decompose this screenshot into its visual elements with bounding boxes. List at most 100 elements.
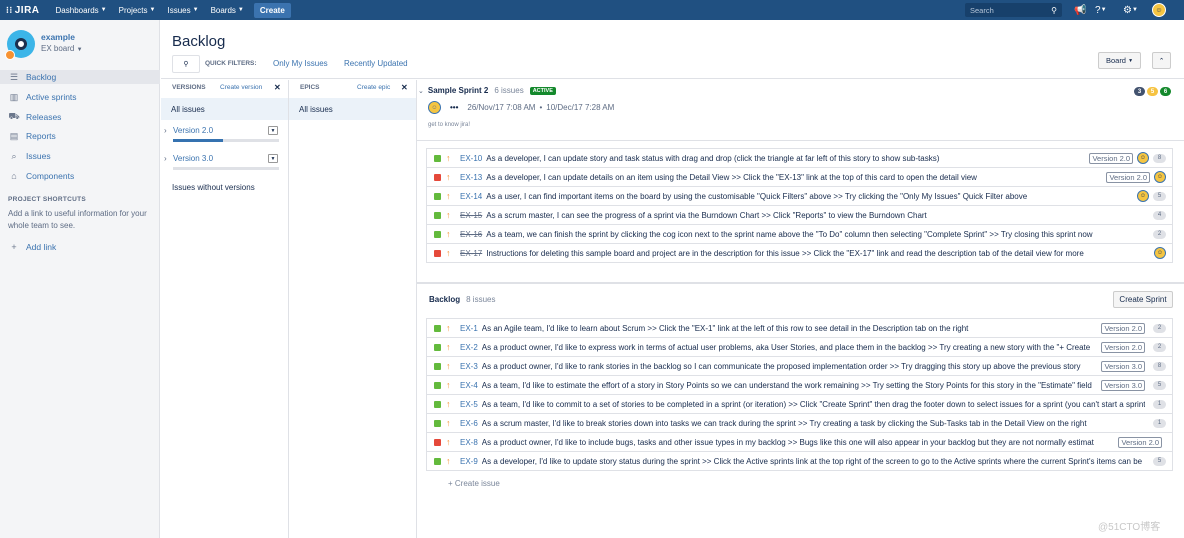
search-icon[interactable]: ⚲ [1051,6,1057,15]
nav-issues[interactable]: Issues ▼ [161,0,204,20]
project-avatar-eye [15,38,27,50]
chevron-right-icon[interactable]: › [164,126,167,135]
sidebar-item-releases[interactable]: ⛟ Releases [8,110,61,124]
issue-meta: Version 3.0 5 [1101,379,1166,391]
app-switcher-icon[interactable]: ⁝⁝ [6,5,13,16]
sidebar-item-backlog[interactable]: ☰ Backlog [0,70,160,84]
issue-key[interactable]: EX-6 [460,419,478,428]
nav-boards[interactable]: Boards ▼ [205,0,250,20]
issue-key[interactable]: EX-14 [460,192,482,201]
issue-row[interactable]: ↑ EX-1 As an Agile team, I'd like to learn… [427,319,1172,338]
create-sprint-button[interactable]: Create Sprint [1113,291,1173,308]
sidebar-item-reports[interactable]: ▤ Reports [8,129,56,143]
issue-key[interactable]: EX-15 [460,211,482,220]
issue-row[interactable]: ↑ EX-5 As a team, I'd like to commit to a … [427,395,1172,414]
priority-high-icon: ↑ [446,172,451,182]
assignee-avatar[interactable]: ☺ [1154,171,1166,183]
sidebar-item-components[interactable]: ⌂ Components [8,169,74,183]
issue-row[interactable]: ↑ EX-8 As a product owner, I'd like to inc… [427,433,1172,452]
create-issue-link[interactable]: + Create issue [448,479,500,488]
nav-projects[interactable]: Projects ▼ [113,0,162,20]
issue-key[interactable]: EX-13 [460,173,482,182]
versions-all-issues[interactable]: All issues [161,98,288,120]
sprint-header[interactable]: ⌄ Sample Sprint 2 6 issues ACTIVE [418,86,556,95]
chevron-up-icon: ⌃ [1158,57,1165,65]
divider [161,78,1184,79]
version-label[interactable]: Version 3.0 [1101,379,1145,391]
story-type-icon [434,211,441,219]
issue-row[interactable]: ↑ EX-16 As a team, we can finish the sprin… [427,225,1172,244]
megaphone-icon[interactable]: 📢 [1074,3,1086,17]
issue-row[interactable]: ↑ EX-9 As a developer, I'd like to update … [427,452,1172,471]
version-menu-icon[interactable]: ▼ [268,154,278,163]
backlog-search-input[interactable]: ⚲ [172,55,200,73]
issue-row[interactable]: ↑ EX-2 As a product owner, I'd like to exp… [427,338,1172,357]
sprint-goal: get to know jira! [428,122,471,128]
version-label[interactable]: Version 2.0 [1118,436,1162,448]
sprint-name: Sample Sprint 2 [427,86,489,95]
quick-filter-recently-updated[interactable]: Recently Updated [344,59,408,68]
version-label[interactable]: Version 2.0 [1101,322,1145,334]
version-label[interactable]: Version 2.0 [1106,171,1150,183]
divider [288,80,289,538]
issues-without-versions[interactable]: Issues without versions [172,183,255,192]
issue-key[interactable]: EX-5 [460,400,478,409]
version-label[interactable]: Version 3.0 [1101,360,1145,372]
create-epic-link[interactable]: Create epic [357,84,390,91]
shortcuts-heading: PROJECT SHORTCUTS [8,196,87,203]
jira-logo[interactable]: ⁝⁝ JIRA [6,5,40,16]
issue-row[interactable]: ↑ EX-15 As a scrum master, I can see the p… [427,206,1172,225]
help-icon[interactable]: ? ▼ [1095,3,1107,17]
issue-row[interactable]: ↑ EX-17 Instructions for deleting this sam… [427,244,1172,263]
issue-row[interactable]: ↑ EX-6 As a scrum master, I'd like to brea… [427,414,1172,433]
issue-key[interactable]: EX-10 [460,154,482,163]
more-options-icon[interactable]: ••• [450,103,458,112]
collapse-button[interactable]: ⌃ [1152,52,1171,69]
project-name[interactable]: example [41,32,83,43]
epics-all-issues[interactable]: All issues [289,98,416,120]
version-progress-fill [173,139,223,142]
version-menu-icon[interactable]: ▼ [268,126,278,135]
issue-key[interactable]: EX-9 [460,457,478,466]
project-avatar[interactable] [5,30,35,60]
create-version-link[interactable]: Create version [220,84,262,91]
avatar[interactable]: ☺ [428,101,441,114]
issue-row[interactable]: ↑ EX-13 As a developer, I can update detai… [427,168,1172,187]
issue-row[interactable]: ↑ EX-14 As a user, I can find important it… [427,187,1172,206]
issue-key[interactable]: EX-16 [460,230,482,239]
issue-row[interactable]: ↑ EX-10 As a developer, I can update story… [427,149,1172,168]
gear-icon[interactable]: ⚙ ▼ [1123,3,1138,17]
issue-key[interactable]: EX-3 [460,362,478,371]
issue-key[interactable]: EX-1 [460,324,478,333]
assignee-avatar[interactable]: ☺ [1137,190,1149,202]
sidebar-item-active-sprints[interactable]: ▥ Active sprints [8,90,77,104]
add-link-button[interactable]: + Add link [8,240,56,254]
assignee-avatar[interactable]: ☺ [1154,247,1166,259]
sprint-end-date: 10/Dec/17 7:28 AM [546,103,615,112]
version-label[interactable]: Version 2.0 [1089,152,1133,164]
search-input[interactable]: Search ⚲ [965,3,1062,17]
assignee-avatar[interactable]: ☺ [1137,152,1149,164]
create-button[interactable]: Create [253,2,291,18]
issue-key[interactable]: EX-17 [460,249,482,258]
board-menu-button[interactable]: Board ▼ [1098,52,1141,69]
board-selector[interactable]: EX board ▼ [41,43,83,56]
issue-row[interactable]: ↑ EX-3 As a product owner, I'd like to ran… [427,357,1172,376]
issue-key[interactable]: EX-8 [460,438,478,447]
version-label[interactable]: Version 2.0 [1101,341,1145,353]
close-epics-icon[interactable]: ✕ [401,83,408,92]
nav-dashboards[interactable]: Dashboards ▼ [50,0,113,20]
issue-key[interactable]: EX-4 [460,381,478,390]
issue-row[interactable]: ↑ EX-4 As a team, I'd like to estimate the… [427,376,1172,395]
quick-filter-only-my-issues[interactable]: Only My Issues [273,59,328,68]
chevron-right-icon[interactable]: › [164,154,167,163]
issue-key[interactable]: EX-2 [460,343,478,352]
user-avatar-icon[interactable]: ☺ [1152,3,1166,17]
close-versions-icon[interactable]: ✕ [274,83,281,92]
issue-summary: As a product owner, I'd like to rank sto… [481,361,1081,371]
chevron-down-icon[interactable]: ⌄ [418,87,424,95]
sidebar-item-issues[interactable]: ⌕ Issues [8,149,50,163]
releases-icon: ⛟ [8,111,20,121]
nav-boards-label: Boards [210,5,236,15]
story-type-icon [434,419,441,427]
